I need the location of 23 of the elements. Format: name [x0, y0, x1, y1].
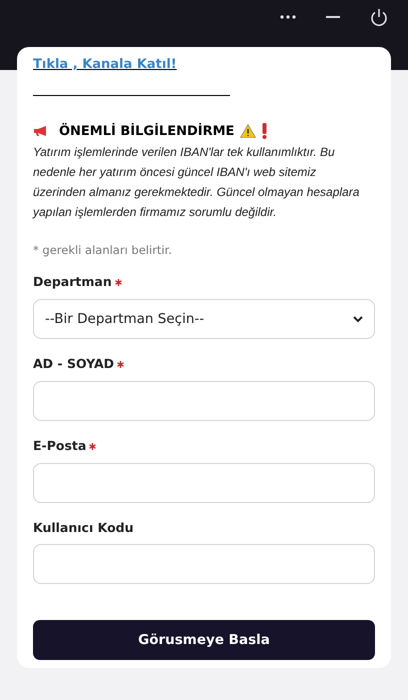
department-select[interactable]: --Bir Departman Seçin-- — [33, 299, 375, 339]
field-label: Departman — [33, 273, 112, 292]
field-label: E-Posta — [33, 436, 86, 455]
exclamation-icon — [262, 123, 268, 140]
required-asterisk-icon — [89, 442, 96, 450]
field-label: Kullanıcı Kodu — [33, 518, 134, 536]
input-field[interactable] — [33, 380, 375, 421]
required-note: * gerekli alanları belirtir. — [33, 242, 173, 259]
required-asterisk-icon — [117, 360, 124, 368]
power-icon[interactable] — [370, 8, 388, 26]
join-channel-link[interactable]: Tıkla , Kanala Katıl! — [33, 55, 177, 74]
notice-title: ÖNEMLİ BİLGİLENDİRME — [59, 122, 234, 140]
notice-text: Yatırım işlemlerinde verilen IBAN'lar tek kullanımlıktır. Bu nedenle her yatırım öncesi güncel IBAN'ı web sitemiz üzerinden almanız gerekmektedir. Güncel olmayan hesaplara yapılan işlemlerden firmamız sorumlu değildir. — [33, 144, 360, 221]
warning-icon — [240, 124, 256, 138]
start-chat-button[interactable]: Görusmeye Basla — [33, 620, 375, 660]
field-label: AD - SOYAD — [33, 355, 114, 373]
chevron-down-icon — [353, 316, 363, 322]
megaphone-icon — [33, 125, 49, 138]
more-icon[interactable] — [280, 15, 296, 19]
input-field[interactable] — [33, 544, 375, 584]
input-field[interactable] — [33, 462, 375, 502]
required-asterisk-icon — [114, 279, 122, 286]
minimize-icon[interactable] — [326, 16, 340, 18]
